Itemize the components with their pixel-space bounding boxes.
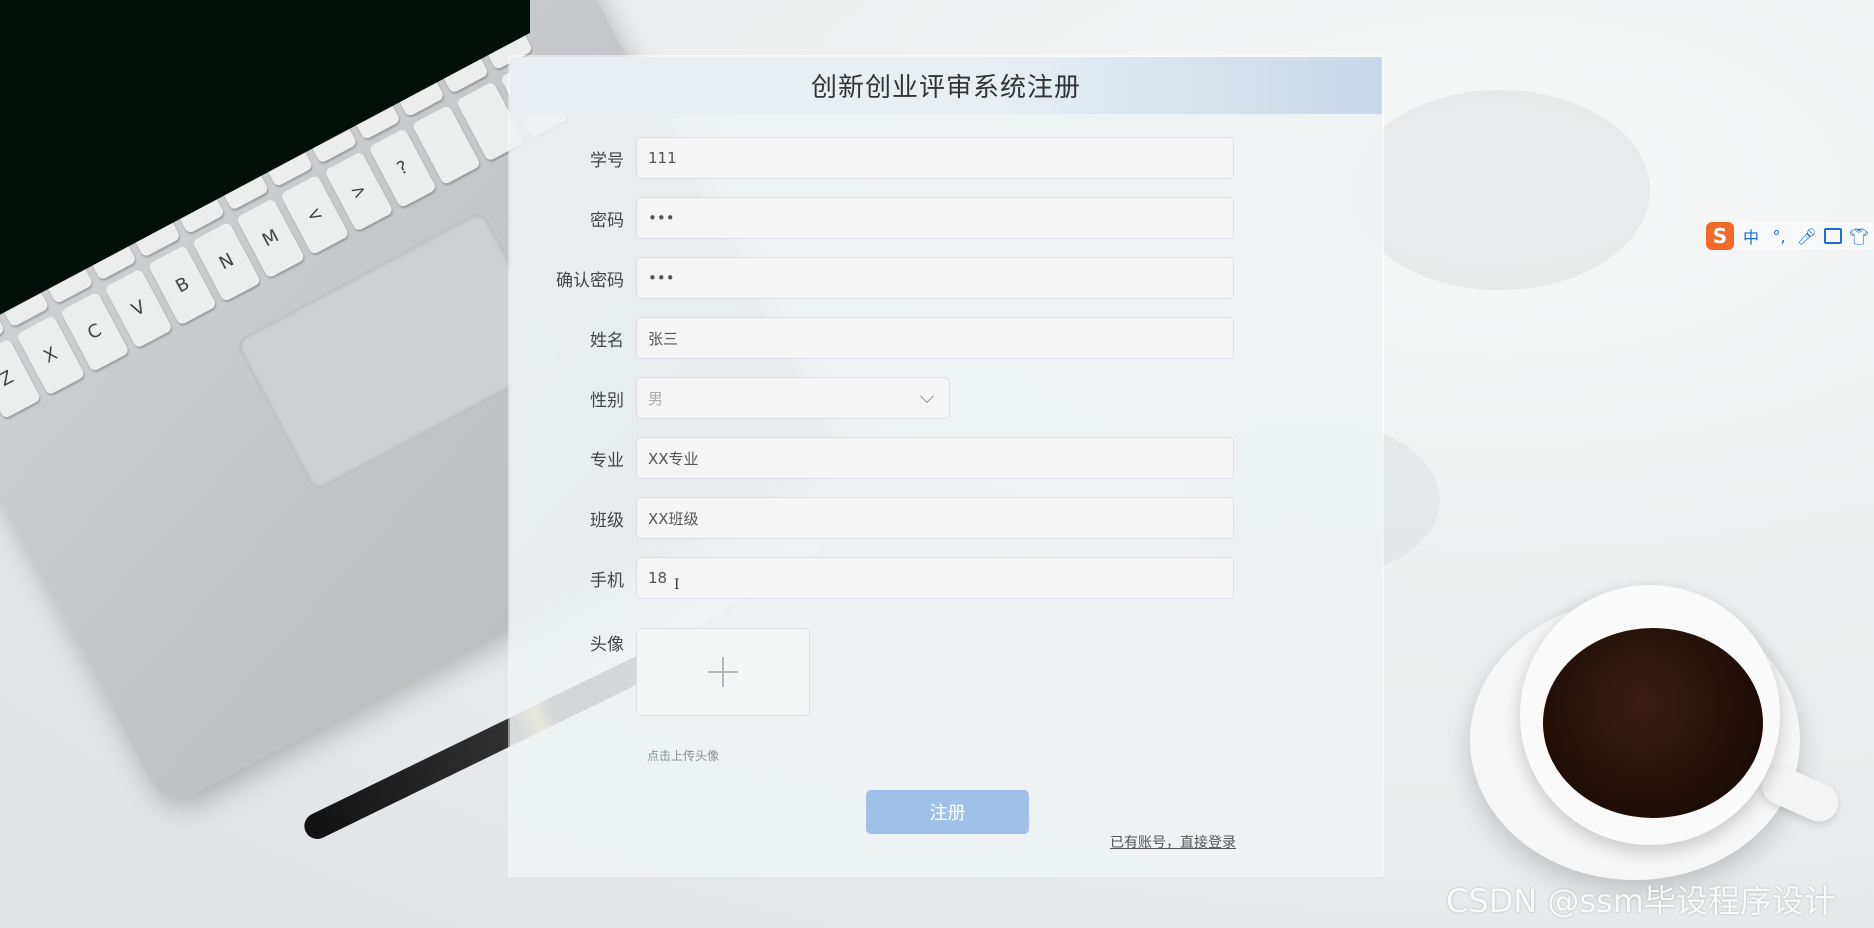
form-row-name: 姓名 张三 <box>510 317 1234 359</box>
class-input[interactable]: XX班级 <box>636 497 1234 539</box>
form-row-major: 专业 XX专业 <box>510 437 1234 479</box>
confirm-password-input[interactable]: ••• <box>636 257 1234 299</box>
name-label: 姓名 <box>590 330 624 351</box>
name-input[interactable]: 张三 <box>636 317 1234 359</box>
page-title: 创新创业评审系统注册 <box>810 73 1081 103</box>
gender-select[interactable]: 男 <box>636 377 950 419</box>
student-id-input[interactable]: 111 <box>636 137 1234 179</box>
chevron-down-icon <box>919 388 935 403</box>
avatar-upload-button[interactable] <box>636 628 810 716</box>
login-link[interactable]: 已有账号，直接登录 <box>1110 832 1236 852</box>
watermark: CSDN @ssm毕设程序设计 <box>1446 882 1836 920</box>
password-label: 密码 <box>590 210 624 231</box>
keyboard-icon[interactable] <box>1824 228 1842 244</box>
form-row-confirm-password: 确认密码 ••• <box>510 257 1234 299</box>
coffee-image <box>1543 628 1763 818</box>
major-label: 专业 <box>590 450 624 471</box>
avatar-upload-hint: 点击上传头像 <box>647 749 720 763</box>
text-cursor-icon: I <box>674 577 680 593</box>
desk-texture <box>1350 90 1650 290</box>
confirm-password-label: 确认密码 <box>556 270 624 291</box>
sogou-logo-icon[interactable]: S <box>1706 222 1734 250</box>
phone-label: 手机 <box>590 570 624 591</box>
register-button[interactable]: 注册 <box>866 790 1029 834</box>
ime-mode-toggle[interactable]: 中 <box>1740 224 1762 248</box>
ime-punctuation-toggle[interactable]: °, <box>1768 227 1790 246</box>
form-row-phone: 手机 18 <box>510 557 1234 599</box>
student-id-label: 学号 <box>590 150 624 171</box>
plus-icon <box>708 657 738 687</box>
ime-toolbar: S 中 °, 🎤︎ 👕︎ <box>1704 222 1874 250</box>
mic-icon[interactable]: 🎤︎ <box>1796 227 1818 246</box>
avatar-label: 头像 <box>590 635 624 655</box>
gender-select-value: 男 <box>648 389 664 408</box>
form-row-password: 密码 ••• <box>510 197 1234 239</box>
register-panel: 创新创业评审系统注册 学号 111 密码 ••• 确认密码 ••• 姓名 张三 … <box>510 57 1382 875</box>
skin-icon[interactable]: 👕︎ <box>1848 227 1870 246</box>
gender-label: 性别 <box>590 390 624 411</box>
phone-input[interactable]: 18 <box>636 557 1234 599</box>
class-label: 班级 <box>590 510 624 531</box>
password-input[interactable]: ••• <box>636 197 1234 239</box>
form-row-student-id: 学号 111 <box>510 137 1234 179</box>
form-row-gender: 性别 男 <box>510 377 950 419</box>
form-row-avatar: 头像 <box>510 628 810 716</box>
major-input[interactable]: XX专业 <box>636 437 1234 479</box>
panel-header: 创新创业评审系统注册 <box>510 57 1382 114</box>
form-row-class: 班级 XX班级 <box>510 497 1234 539</box>
